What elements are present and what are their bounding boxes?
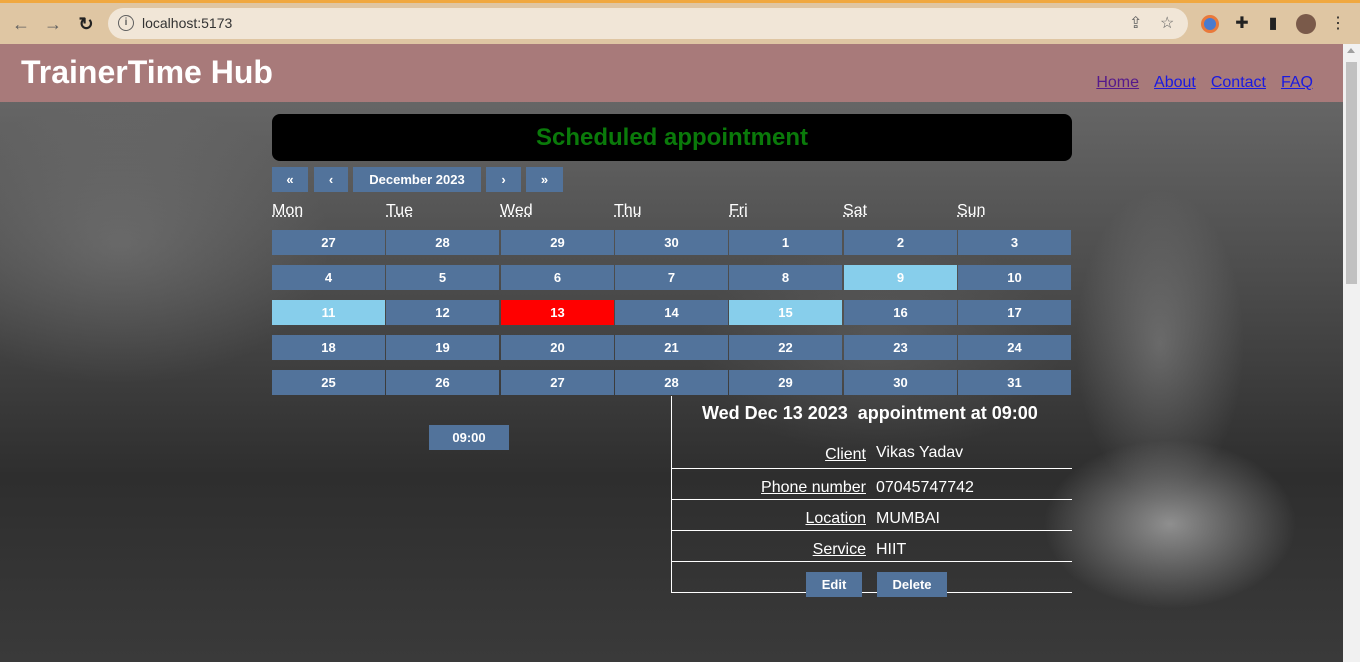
calendar-day[interactable]: 1 [729,230,842,255]
extension-icon[interactable] [1201,15,1219,33]
row-divider [671,468,1072,469]
page-banner: Scheduled appointment [272,114,1072,161]
reload-icon[interactable]: ↻ [75,13,97,35]
puzzle-icon[interactable]: ✚ [1232,14,1252,34]
scrollbar[interactable] [1343,44,1360,662]
site-nav: Home About Contact FAQ [1096,74,1313,92]
forward-icon[interactable]: → [42,13,64,35]
menu-kebab-icon[interactable]: ⋮ [1328,14,1348,34]
appointment-title: Wed Dec 13 2023 appointment at 09:00 [702,403,1038,423]
weekday-fri: Fri [729,202,748,219]
calendar-day[interactable]: 28 [386,230,499,255]
browser-toolbar: ← → ↻ i localhost:5173 ⇪ ☆ ✚ ▮ ⋮ [0,0,1360,44]
row-divider [671,499,1072,500]
weekday-tue: Tue [386,202,413,219]
weekday-mon: Mon [272,202,304,219]
calendar-day[interactable]: 2 [844,230,957,255]
calendar-day[interactable]: 27 [272,230,385,255]
calendar-day[interactable]: 11 [272,300,385,325]
calendar-day[interactable]: 18 [272,335,385,360]
edit-button[interactable]: Edit [806,572,862,597]
calendar-day[interactable]: 27 [501,370,614,395]
phone-label: Phone number [761,479,866,496]
brand-title: TrainerTime Hub [21,54,273,90]
location-value: MUMBAI [876,510,940,527]
calendar-day[interactable]: 24 [958,335,1071,360]
phone-value: 07045747742 [876,479,974,496]
calendar-day[interactable]: 16 [844,300,957,325]
calendar-day[interactable]: 25 [272,370,385,395]
side-panel-icon[interactable]: ▮ [1263,14,1283,34]
url-text[interactable]: localhost:5173 [142,15,232,31]
calendar-day[interactable]: 3 [958,230,1071,255]
calendar-day[interactable]: 7 [615,265,728,290]
weekday-sat: Sat [843,202,868,219]
row-divider [671,530,1072,531]
calendar-day[interactable]: 19 [386,335,499,360]
calendar-day[interactable]: 28 [615,370,728,395]
client-value: Vikas Yadav [876,444,964,461]
location-label: Location [805,510,867,527]
row-divider [671,592,1072,593]
calendar-day[interactable]: 29 [501,230,614,255]
nav-faq[interactable]: FAQ [1281,74,1313,92]
calendar-day[interactable]: 26 [386,370,499,395]
calendar-day[interactable]: 29 [729,370,842,395]
delete-button[interactable]: Delete [877,572,947,597]
calendar-day[interactable]: 21 [615,335,728,360]
address-bar[interactable]: i localhost:5173 ⇪ ☆ [108,8,1188,39]
calendar-day[interactable]: 10 [958,265,1071,290]
back-icon[interactable]: ← [10,13,32,35]
prev-month-button[interactable]: ‹ [314,167,348,192]
nav-contact[interactable]: Contact [1211,74,1266,92]
service-value: HIIT [876,541,907,558]
page: TrainerTime Hub Home About Contact FAQ S… [0,44,1343,662]
calendar-day[interactable]: 30 [844,370,957,395]
time-slot-button[interactable]: 09:00 [429,425,509,450]
scroll-up-icon[interactable] [1347,48,1355,53]
calendar-day[interactable]: 13 [501,300,614,325]
row-divider [671,561,1072,562]
month-label-button[interactable]: December 2023 [353,167,481,192]
calendar-day[interactable]: 12 [386,300,499,325]
calendar-day[interactable]: 31 [958,370,1071,395]
profile-avatar[interactable] [1296,14,1316,34]
client-label: Client [825,446,866,463]
site-header: TrainerTime Hub Home About Contact FAQ [0,44,1343,102]
calendar-day[interactable]: 15 [729,300,842,325]
calendar-day[interactable]: 9 [844,265,957,290]
service-label: Service [812,541,866,558]
weekday-sun: Sun [957,202,986,219]
calendar-day[interactable]: 20 [501,335,614,360]
calendar-day[interactable]: 14 [615,300,728,325]
nav-about[interactable]: About [1154,74,1196,92]
calendar-day[interactable]: 4 [272,265,385,290]
next-month-button[interactable]: › [486,167,521,192]
calendar-day[interactable]: 5 [386,265,499,290]
site-info-icon[interactable]: i [118,15,134,31]
calendar-day[interactable]: 23 [844,335,957,360]
calendar-day[interactable]: 30 [615,230,728,255]
weekday-header: Mon Tue Wed Thu Fri Sat Sun [272,202,1072,222]
scroll-thumb[interactable] [1346,62,1357,284]
prev-year-button[interactable]: « [272,167,308,192]
next-year-button[interactable]: » [526,167,563,192]
calendar-day[interactable]: 8 [729,265,842,290]
nav-home[interactable]: Home [1096,74,1139,92]
share-icon[interactable]: ⇪ [1129,13,1142,33]
bookmark-star-icon[interactable]: ☆ [1160,13,1174,33]
calendar-day[interactable]: 6 [501,265,614,290]
calendar-day[interactable]: 22 [729,335,842,360]
calendar-day[interactable]: 17 [958,300,1071,325]
weekday-wed: Wed [500,202,533,219]
weekday-thu: Thu [614,202,642,219]
